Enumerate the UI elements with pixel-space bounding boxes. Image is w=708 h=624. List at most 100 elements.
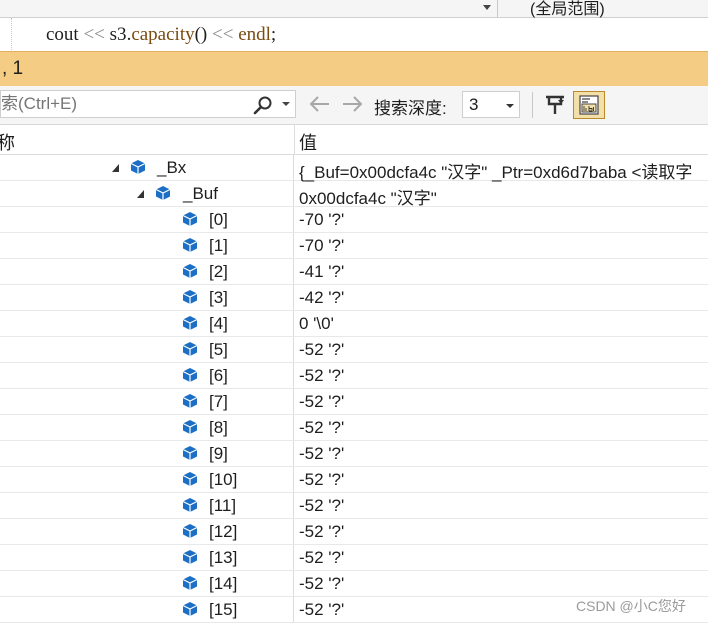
variable-value[interactable]: -70 '?' [299,236,344,256]
object-cube-icon [182,316,198,330]
variable-name: [4] [209,314,228,333]
watch-grid-header: 称 值 [0,125,708,155]
variable-value[interactable]: -52 '?' [299,522,344,542]
variable-value[interactable]: 0x00dcfa4c "汉字" [299,184,437,209]
object-cube-icon [182,212,198,226]
column-resizer[interactable] [294,125,295,154]
object-cube-icon [130,160,146,174]
variable-value[interactable]: -52 '?' [299,340,344,360]
variable-name: [1] [209,236,228,255]
object-cube-icon [182,550,198,564]
search-box[interactable] [0,90,296,118]
tree-row[interactable]: [7] -52 '?' [0,389,708,415]
name-cell: [11] [0,493,294,518]
variable-value[interactable]: -42 '?' [299,288,344,308]
dropdown-arrow-icon[interactable] [481,2,493,14]
name-cell: [5] [0,337,294,362]
column-header-name[interactable]: 称 [0,129,15,155]
variable-name: [14] [209,574,238,593]
object-cube-icon [182,472,198,486]
variable-value[interactable]: -52 '?' [299,392,344,412]
object-cube-icon [182,264,198,278]
object-cube-icon [182,368,198,382]
triangle-expanded-icon[interactable] [136,189,146,199]
name-cell: [9] [0,441,294,466]
search-next-icon[interactable] [340,94,364,114]
code-token: << [83,24,110,45]
variable-name: [13] [209,548,238,567]
tree-row[interactable]: [9] -52 '?' [0,441,708,467]
object-cube-icon [182,446,198,460]
search-depth-select[interactable]: 3 [462,91,520,118]
code-token: () [194,24,213,45]
tree-row[interactable]: _Bx {_Buf=0x00dcfa4c "汉字" _Ptr=0xd6d7bab… [0,155,708,183]
tree-row[interactable]: [12] -52 '?' [0,519,708,545]
variable-name: [5] [209,340,228,359]
variable-value[interactable]: -52 '?' [299,548,344,568]
variable-value[interactable]: -52 '?' [299,470,344,490]
code-text[interactable]: cout << s3.capacity() << endl; [46,24,276,46]
tree-row[interactable]: [2] -41 '?' [0,259,708,285]
name-cell: [2] [0,259,294,284]
filter-pin-icon[interactable] [542,92,568,118]
variable-name: [6] [209,366,228,385]
tree-row[interactable]: [8] -52 '?' [0,415,708,441]
search-previous-icon[interactable] [308,94,332,114]
tree-row[interactable]: [1] -70 '?' [0,233,708,259]
search-input[interactable] [1,91,241,117]
tree-row[interactable]: [0] -70 '?' [0,207,708,233]
name-cell: [4] [0,311,294,336]
object-cube-icon [182,238,198,252]
tree-row[interactable]: [11] -52 '?' [0,493,708,519]
tree-row[interactable]: [4] 0 '\0' [0,311,708,337]
tree-row[interactable]: [13] -52 '?' [0,545,708,571]
variable-value[interactable]: -52 '?' [299,444,344,464]
object-cube-icon [182,290,198,304]
toolbar-divider [532,92,533,118]
triangle-expanded-icon[interactable] [111,163,121,173]
variable-value[interactable]: {_Buf=0x00dcfa4c "汉字" _Ptr=0xd6d7baba <读… [299,158,692,183]
code-token: cout [46,24,84,45]
name-cell: [6] [0,363,294,388]
divider [497,0,498,17]
chevron-down-icon [506,104,514,108]
tree-row[interactable]: [6] -52 '?' [0,363,708,389]
name-cell: [13] [0,545,294,570]
hex-display-toggle[interactable] [573,91,605,119]
tree-row[interactable]: [10] -52 '?' [0,467,708,493]
variable-name: [10] [209,470,238,489]
variable-name: [3] [209,288,228,307]
variable-value[interactable]: -52 '?' [299,600,344,620]
variable-name: [12] [209,522,238,541]
variable-value[interactable]: -52 '?' [299,496,344,516]
variable-name: [11] [209,496,237,515]
name-cell: [1] [0,233,294,258]
variable-name: [2] [209,262,228,281]
tree-row[interactable]: _Buf 0x00dcfa4c "汉字" [0,181,708,209]
watermark: CSDN @小C您好 [576,598,686,614]
column-header-value[interactable]: 值 [299,129,317,155]
variable-value[interactable]: -70 '?' [299,210,344,230]
tree-row[interactable]: [14] -52 '?' [0,571,708,597]
variable-value[interactable]: 0 '\0' [299,314,334,334]
search-icon[interactable] [253,95,273,115]
code-editor-line: cout << s3.capacity() << endl; [0,18,708,50]
code-token: ; [270,24,277,45]
variable-value[interactable]: -52 '?' [299,574,344,594]
watch-window-titlebar[interactable]: , 1 [0,51,708,86]
object-cube-icon [182,394,198,408]
tree-row[interactable]: [3] -42 '?' [0,285,708,311]
variable-value[interactable]: -52 '?' [299,418,344,438]
chevron-down-icon[interactable] [281,99,291,109]
tree-row[interactable]: [5] -52 '?' [0,337,708,363]
name-cell: _Buf [0,181,294,206]
object-cube-icon [182,524,198,538]
search-depth-value: 3 [469,95,479,114]
variable-value[interactable]: -52 '?' [299,366,344,386]
object-cube-icon [182,420,198,434]
object-cube-icon [182,498,198,512]
variable-name: [0] [209,210,228,229]
variable-value[interactable]: -41 '?' [299,262,344,282]
watch-grid-rows: _Bx {_Buf=0x00dcfa4c "汉字" _Ptr=0xd6d7bab… [0,155,708,624]
scope-selector[interactable]: (全局范围) [530,0,605,19]
